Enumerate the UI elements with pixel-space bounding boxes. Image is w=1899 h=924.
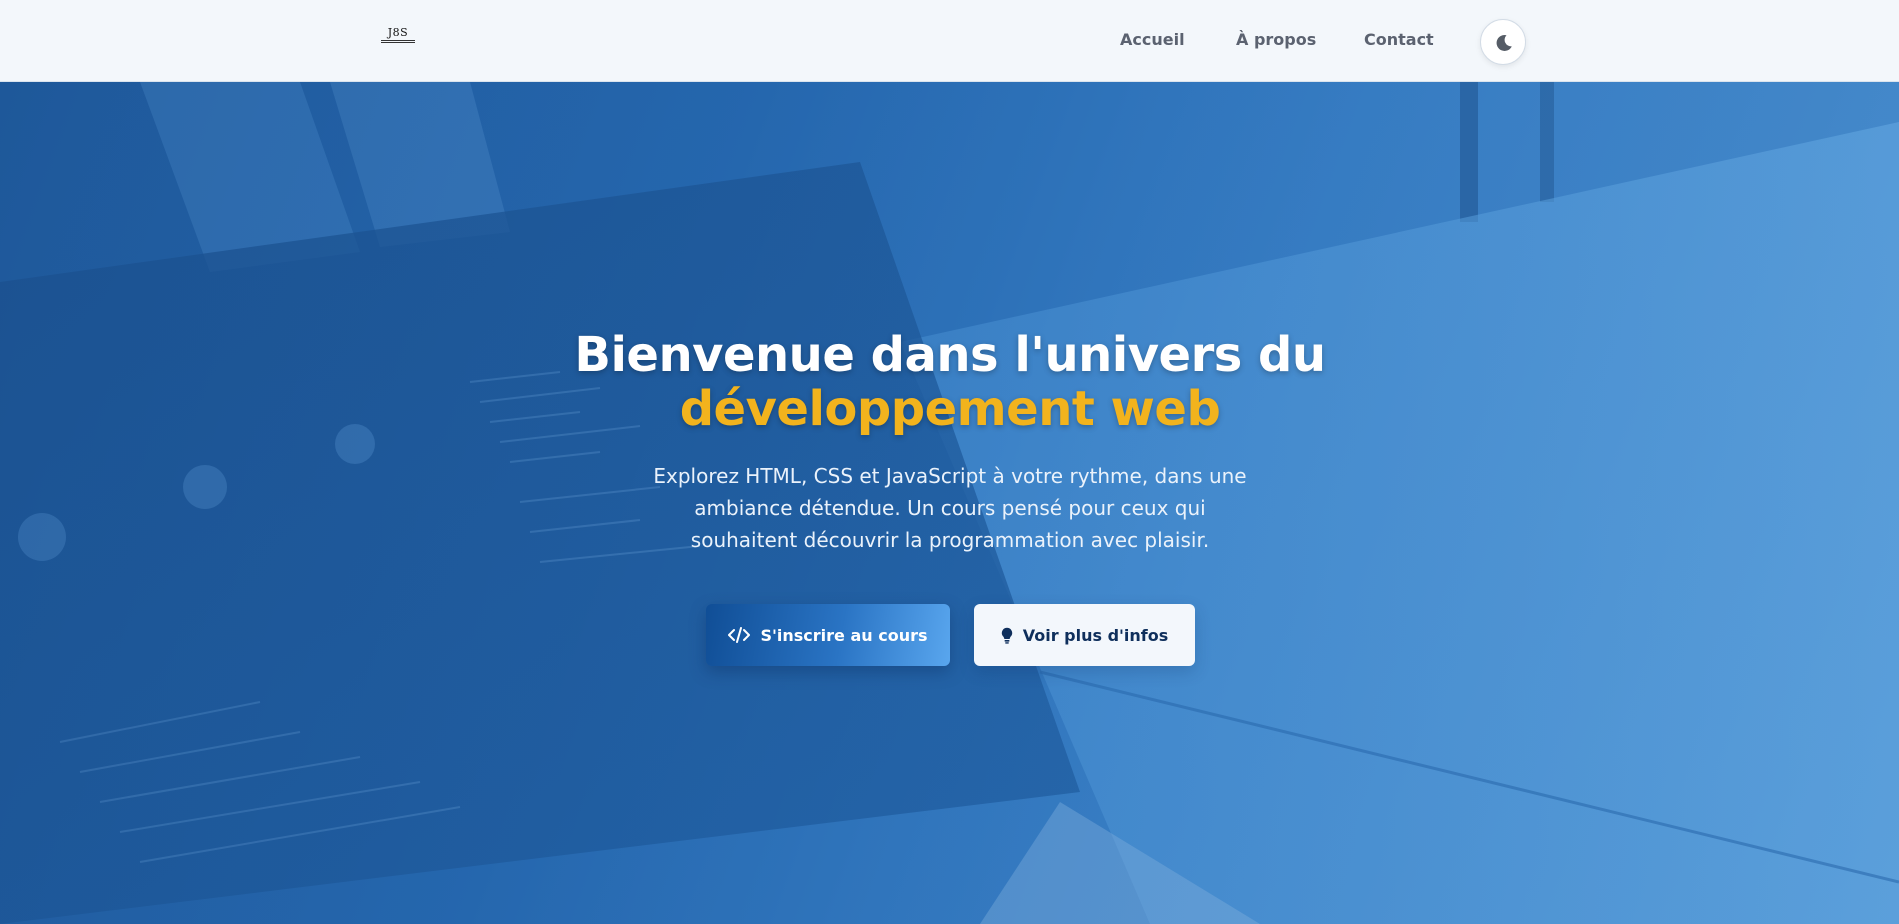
page: J8S Accueil À propos Contact Bienvenue d… [0,0,1899,924]
nav-link-contact[interactable]: Contact [1364,30,1434,49]
nav-link-home[interactable]: Accueil [1120,30,1185,49]
code-icon [728,627,751,643]
more-info-button[interactable]: Voir plus d'infos [974,604,1195,666]
logo-underline [381,40,415,43]
more-info-button-label: Voir plus d'infos [1022,625,1169,645]
site-logo[interactable]: J8S [378,27,418,51]
hero-title: Bienvenue dans l'univers du développemen… [450,328,1450,436]
moon-icon [1496,34,1512,51]
theme-toggle-button[interactable] [1480,19,1526,65]
hero-section: Bienvenue dans l'univers du développemen… [0,82,1899,924]
site-header: J8S Accueil À propos Contact [0,0,1899,82]
enroll-button-label: S'inscrire au cours [760,625,928,645]
nav-link-about[interactable]: À propos [1236,30,1316,49]
hero-subtitle: Explorez HTML, CSS et JavaScript à votre… [653,464,1247,552]
hero-title-accent: développement web [679,381,1221,437]
hero-title-line1: Bienvenue dans l'univers du [574,327,1326,383]
lightbulb-icon [1001,627,1013,644]
logo-text: J8S [387,26,409,39]
enroll-button[interactable]: S'inscrire au cours [706,604,950,666]
